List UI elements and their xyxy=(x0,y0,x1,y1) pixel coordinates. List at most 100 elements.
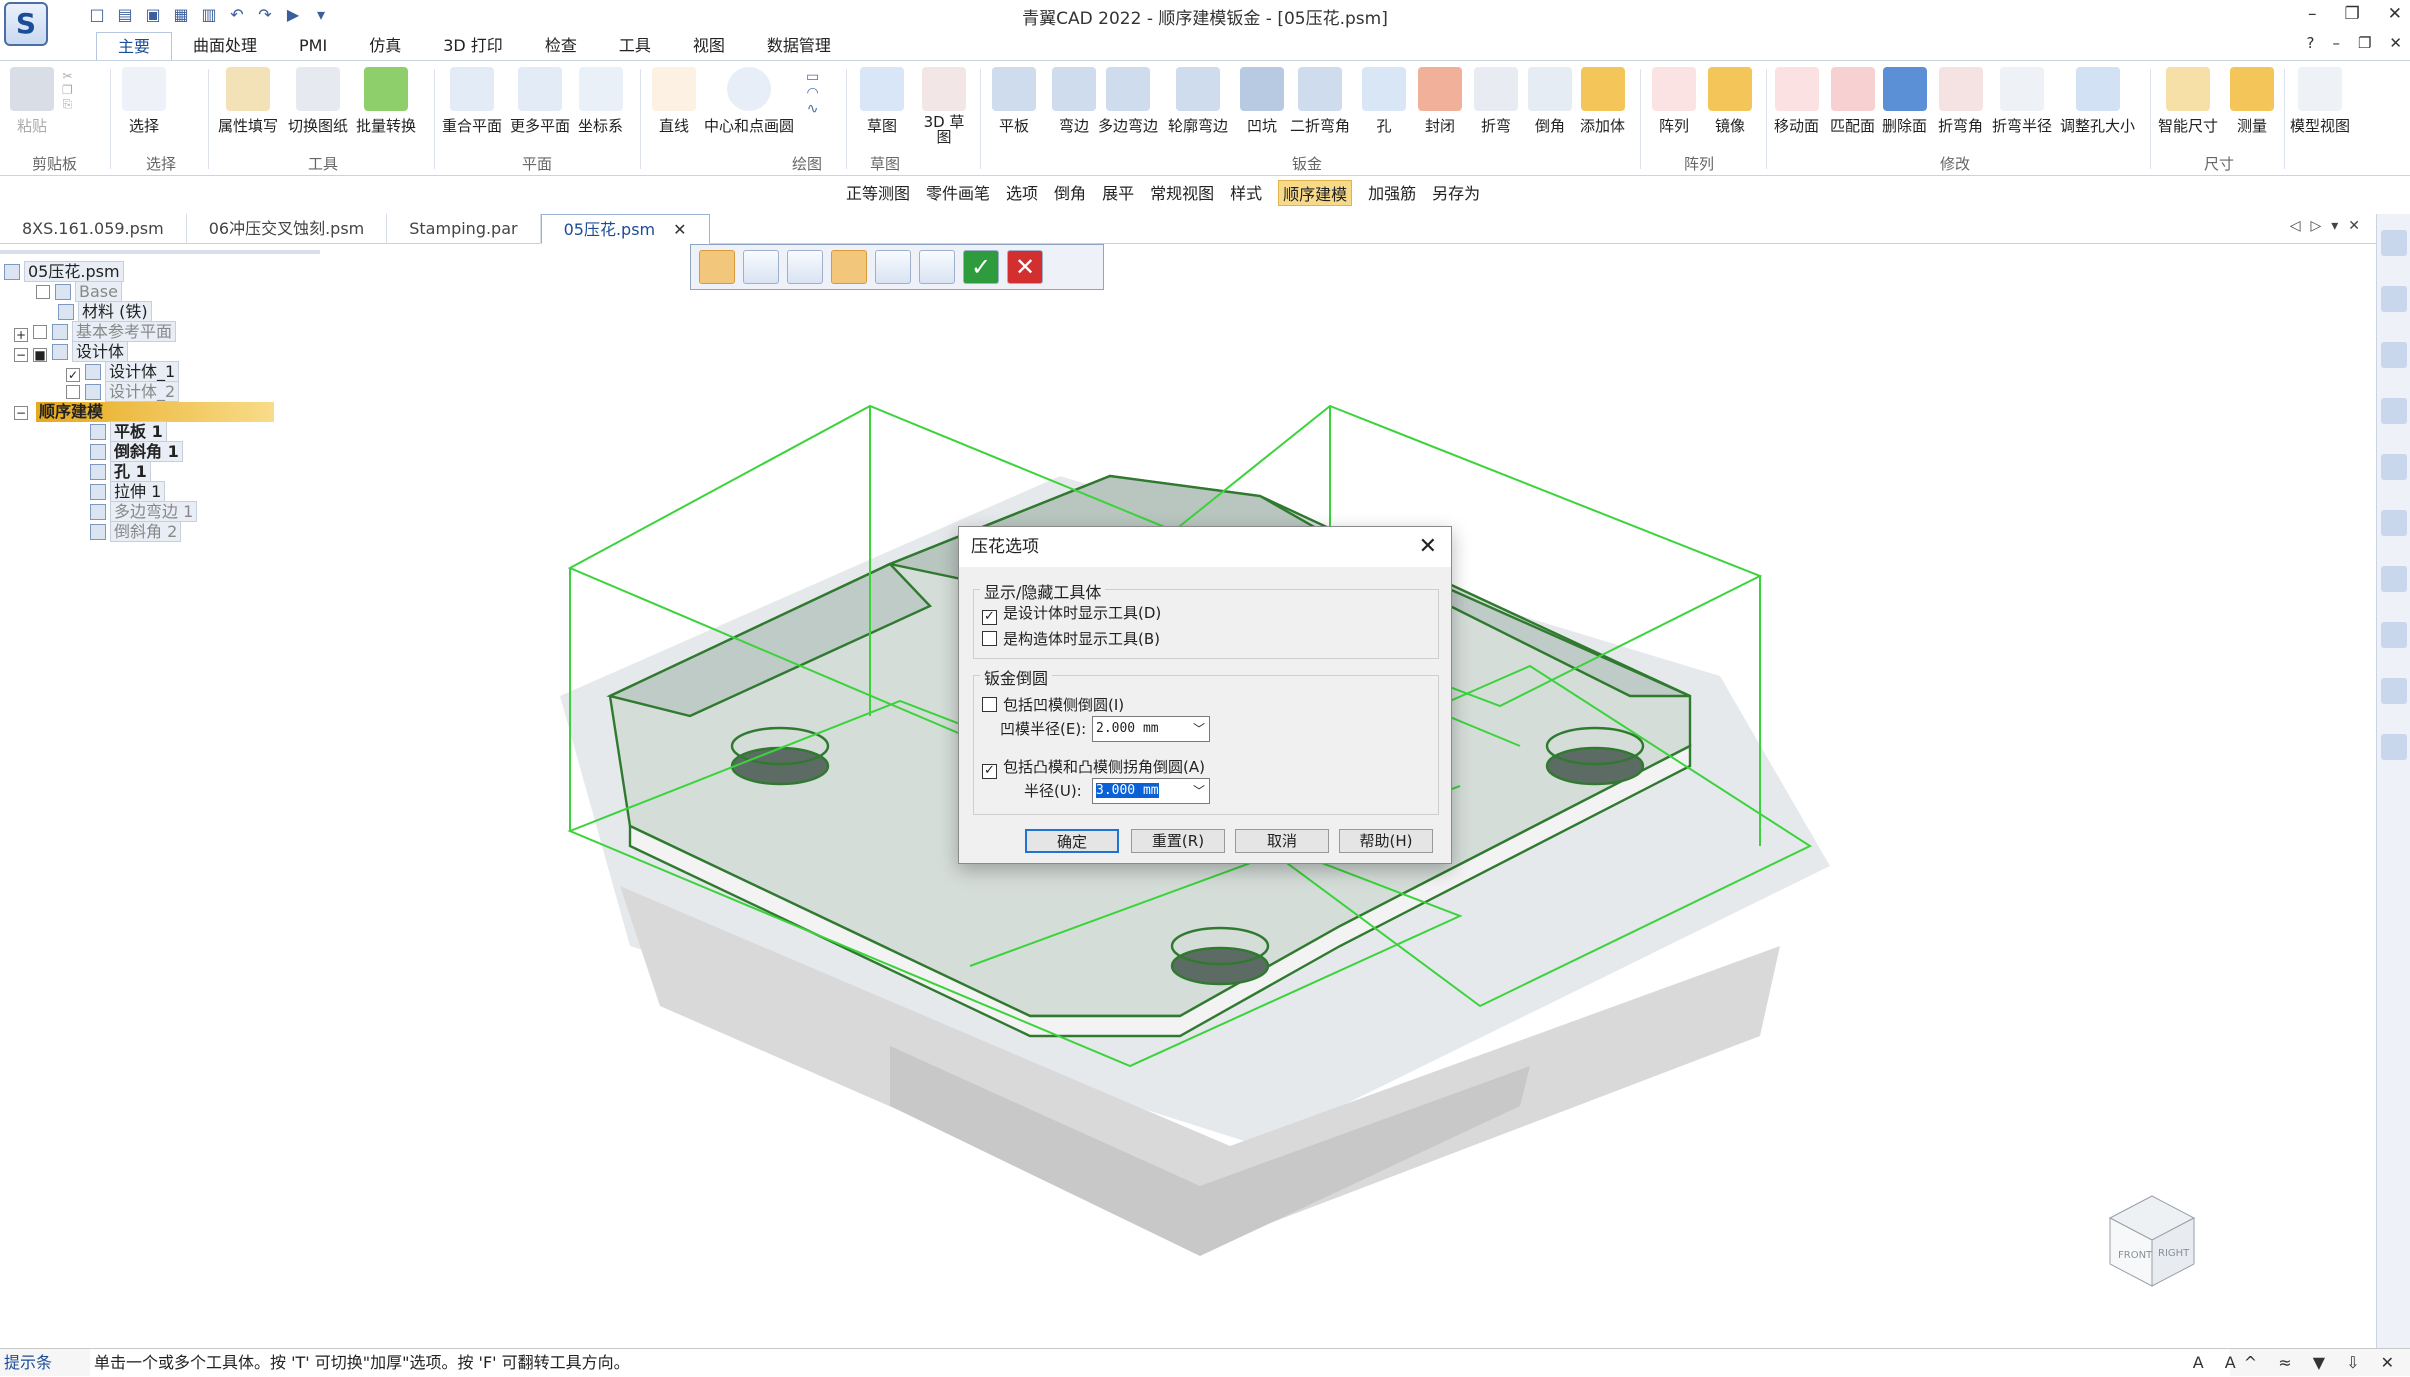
center-point-circle-button[interactable]: 中心和点画圆 xyxy=(704,67,794,136)
tree-node[interactable]: 拉伸 1 xyxy=(90,481,166,502)
prompt-bar-controls[interactable]: A A^ ≈ ▼ ⇩ ✕ xyxy=(2193,1349,2402,1377)
tab-pmi[interactable]: PMI xyxy=(278,32,348,60)
tab-simulation[interactable]: 仿真 xyxy=(348,32,422,60)
minimize-button[interactable]: – xyxy=(2308,4,2317,24)
panel-icon[interactable] xyxy=(2380,734,2407,760)
tab-tools[interactable]: 工具 xyxy=(598,32,672,60)
mirror-button[interactable]: 镜像 xyxy=(1708,67,1752,136)
panel-icon[interactable] xyxy=(2380,622,2407,648)
checkbox[interactable] xyxy=(66,385,80,399)
tree-node[interactable]: 倒斜角 1 xyxy=(90,441,183,462)
select-button[interactable]: 选择 xyxy=(122,67,166,136)
tree-node[interactable]: 倒斜角 2 xyxy=(90,521,182,542)
smart-dimension-button[interactable]: 智能尺寸 xyxy=(2158,67,2218,136)
restore-button[interactable]: ❐ xyxy=(2345,4,2360,24)
checkbox-checked[interactable]: ✓ xyxy=(66,368,80,382)
rib-button[interactable]: 加强筋 xyxy=(1368,180,1416,206)
view-cube[interactable]: FRONT RIGHT xyxy=(2108,1195,2196,1287)
property-fill-button[interactable]: 属性填写 xyxy=(218,67,278,136)
doc-tab-active[interactable]: 05压花.psm ✕ xyxy=(540,214,710,244)
line-button[interactable]: 直线 xyxy=(652,67,696,136)
tree-node[interactable]: 孔 1 xyxy=(90,461,151,482)
tab-data-management[interactable]: 数据管理 xyxy=(746,32,852,60)
chevron-down-icon[interactable]: ﹀ xyxy=(1193,717,1205,741)
include-die-round-checkbox[interactable]: 包括凹模侧倒圆(I) xyxy=(982,694,1124,715)
coordinate-system-button[interactable]: 坐标系 xyxy=(578,67,623,136)
3d-sketch-button[interactable]: 3D 草图 xyxy=(922,67,966,145)
normal-view-button[interactable]: 常规视图 xyxy=(1150,180,1214,206)
options-button[interactable]: 选项 xyxy=(1006,180,1038,206)
sketch-tools-icon[interactable]: ▭ ◠ ∿ xyxy=(806,69,819,117)
hole-button[interactable]: 孔 xyxy=(1362,67,1406,136)
prompt-bar-label[interactable]: 提示条 xyxy=(4,1349,52,1377)
tree-node[interactable]: 设计体_2 xyxy=(66,381,180,402)
tab-main[interactable]: 主要 xyxy=(96,32,173,60)
flip-direction-button[interactable] xyxy=(919,250,955,284)
reset-button[interactable]: 重置(R) xyxy=(1131,829,1225,853)
panel-icon[interactable] xyxy=(2380,678,2407,704)
show-design-tool-checkbox[interactable]: ✓ 是设计体时显示工具(D) xyxy=(982,602,1161,625)
add-body-button[interactable]: 添加体 xyxy=(1580,67,1625,136)
multi-flange-button[interactable]: 多边弯边 xyxy=(1098,67,1158,136)
cancel-command-button[interactable]: ✕ xyxy=(1007,250,1043,284)
tree-node[interactable]: 05压花.psm xyxy=(4,261,124,282)
collapse-toggle[interactable]: − xyxy=(14,406,28,420)
select-tool-body-button[interactable] xyxy=(699,250,735,284)
accept-button[interactable]: ✓ xyxy=(963,250,999,284)
die-radius-combo[interactable]: 2.000 mm ﹀ xyxy=(1092,716,1210,742)
panel-icon[interactable] xyxy=(2380,398,2407,424)
include-punch-round-checkbox[interactable]: ✓ 包括凸模和凸模侧拐角倒圆(A) xyxy=(982,756,1205,779)
more-planes-button[interactable]: 更多平面 xyxy=(510,67,570,136)
flange-button[interactable]: 弯边 xyxy=(1052,67,1096,136)
ok-button[interactable]: 确定 xyxy=(1025,829,1119,853)
two-bend-corner-button[interactable]: 二折弯角 xyxy=(1290,67,1350,136)
tree-node-sequential[interactable]: 顺序建模 xyxy=(36,402,274,422)
style-button[interactable]: 样式 xyxy=(1230,180,1262,206)
tree-node[interactable]: 材料 (铁) xyxy=(58,301,152,322)
panel-icon[interactable] xyxy=(2380,286,2407,312)
bend-button[interactable]: 折弯 xyxy=(1474,67,1518,136)
select-tool-button[interactable] xyxy=(831,250,867,284)
select-target-button[interactable] xyxy=(787,250,823,284)
panel-icon[interactable] xyxy=(2380,510,2407,536)
save-as-button[interactable]: 另存为 xyxy=(1432,180,1480,206)
tree-node[interactable]: 多边弯边 1 xyxy=(90,501,198,522)
tab-surfacing[interactable]: 曲面处理 xyxy=(172,32,278,60)
chamfer-cmd-button[interactable]: 倒角 xyxy=(1054,180,1086,206)
switch-drawing-button[interactable]: 切换图纸 xyxy=(288,67,348,136)
iso-view-button[interactable]: 正等测图 xyxy=(846,180,910,206)
tree-node[interactable]: − ■ 设计体 xyxy=(14,341,129,362)
sketch-button[interactable]: 草图 xyxy=(860,67,904,136)
step-options-button[interactable] xyxy=(743,250,779,284)
tab-scroll-controls[interactable]: ◁▷▾✕ xyxy=(2290,218,2370,234)
cut-icon[interactable]: ✂ ❐ ⎘ xyxy=(62,69,73,112)
panel-icon[interactable] xyxy=(2380,566,2407,592)
move-face-button[interactable]: 移动面 xyxy=(1774,67,1819,136)
doc-close-button[interactable]: ✕ xyxy=(2389,34,2402,52)
delete-face-button[interactable]: 删除面 xyxy=(1882,67,1927,136)
panel-icon[interactable] xyxy=(2380,342,2407,368)
chamfer-button[interactable]: 倒角 xyxy=(1528,67,1572,136)
pattern-button[interactable]: 阵列 xyxy=(1652,67,1696,136)
panel-icon[interactable] xyxy=(2380,230,2407,256)
tab-view[interactable]: 视图 xyxy=(672,32,746,60)
bend-radius-button[interactable]: 折弯半径 xyxy=(1992,67,2052,136)
dialog-close-icon[interactable]: ✕ xyxy=(1419,527,1437,567)
part-painter-button[interactable]: 零件画笔 xyxy=(926,180,990,206)
match-face-button[interactable]: 匹配面 xyxy=(1830,67,1875,136)
doc-restore-button[interactable]: ❐ xyxy=(2358,34,2371,52)
radius-combo[interactable]: 3.000 mm ﹀ xyxy=(1092,778,1210,804)
tree-node[interactable]: + 基本参考平面 xyxy=(14,321,177,342)
tab-3d-print[interactable]: 3D 打印 xyxy=(422,32,524,60)
chevron-down-icon[interactable]: ﹀ xyxy=(1193,779,1205,803)
measure-button[interactable]: 测量 xyxy=(2230,67,2274,136)
help-button[interactable]: ? xyxy=(2307,34,2315,52)
flatten-button[interactable]: 展平 xyxy=(1102,180,1134,206)
doc-minimize-button[interactable]: – xyxy=(2332,34,2340,52)
tree-node[interactable]: 平板 1 xyxy=(90,421,167,442)
tab-inspect[interactable]: 检查 xyxy=(524,32,598,60)
close-corner-button[interactable]: 封闭 xyxy=(1418,67,1462,136)
panel-icon[interactable] xyxy=(2380,454,2407,480)
paste-button[interactable]: 粘贴 xyxy=(10,67,54,136)
close-button[interactable]: ✕ xyxy=(2388,4,2402,24)
